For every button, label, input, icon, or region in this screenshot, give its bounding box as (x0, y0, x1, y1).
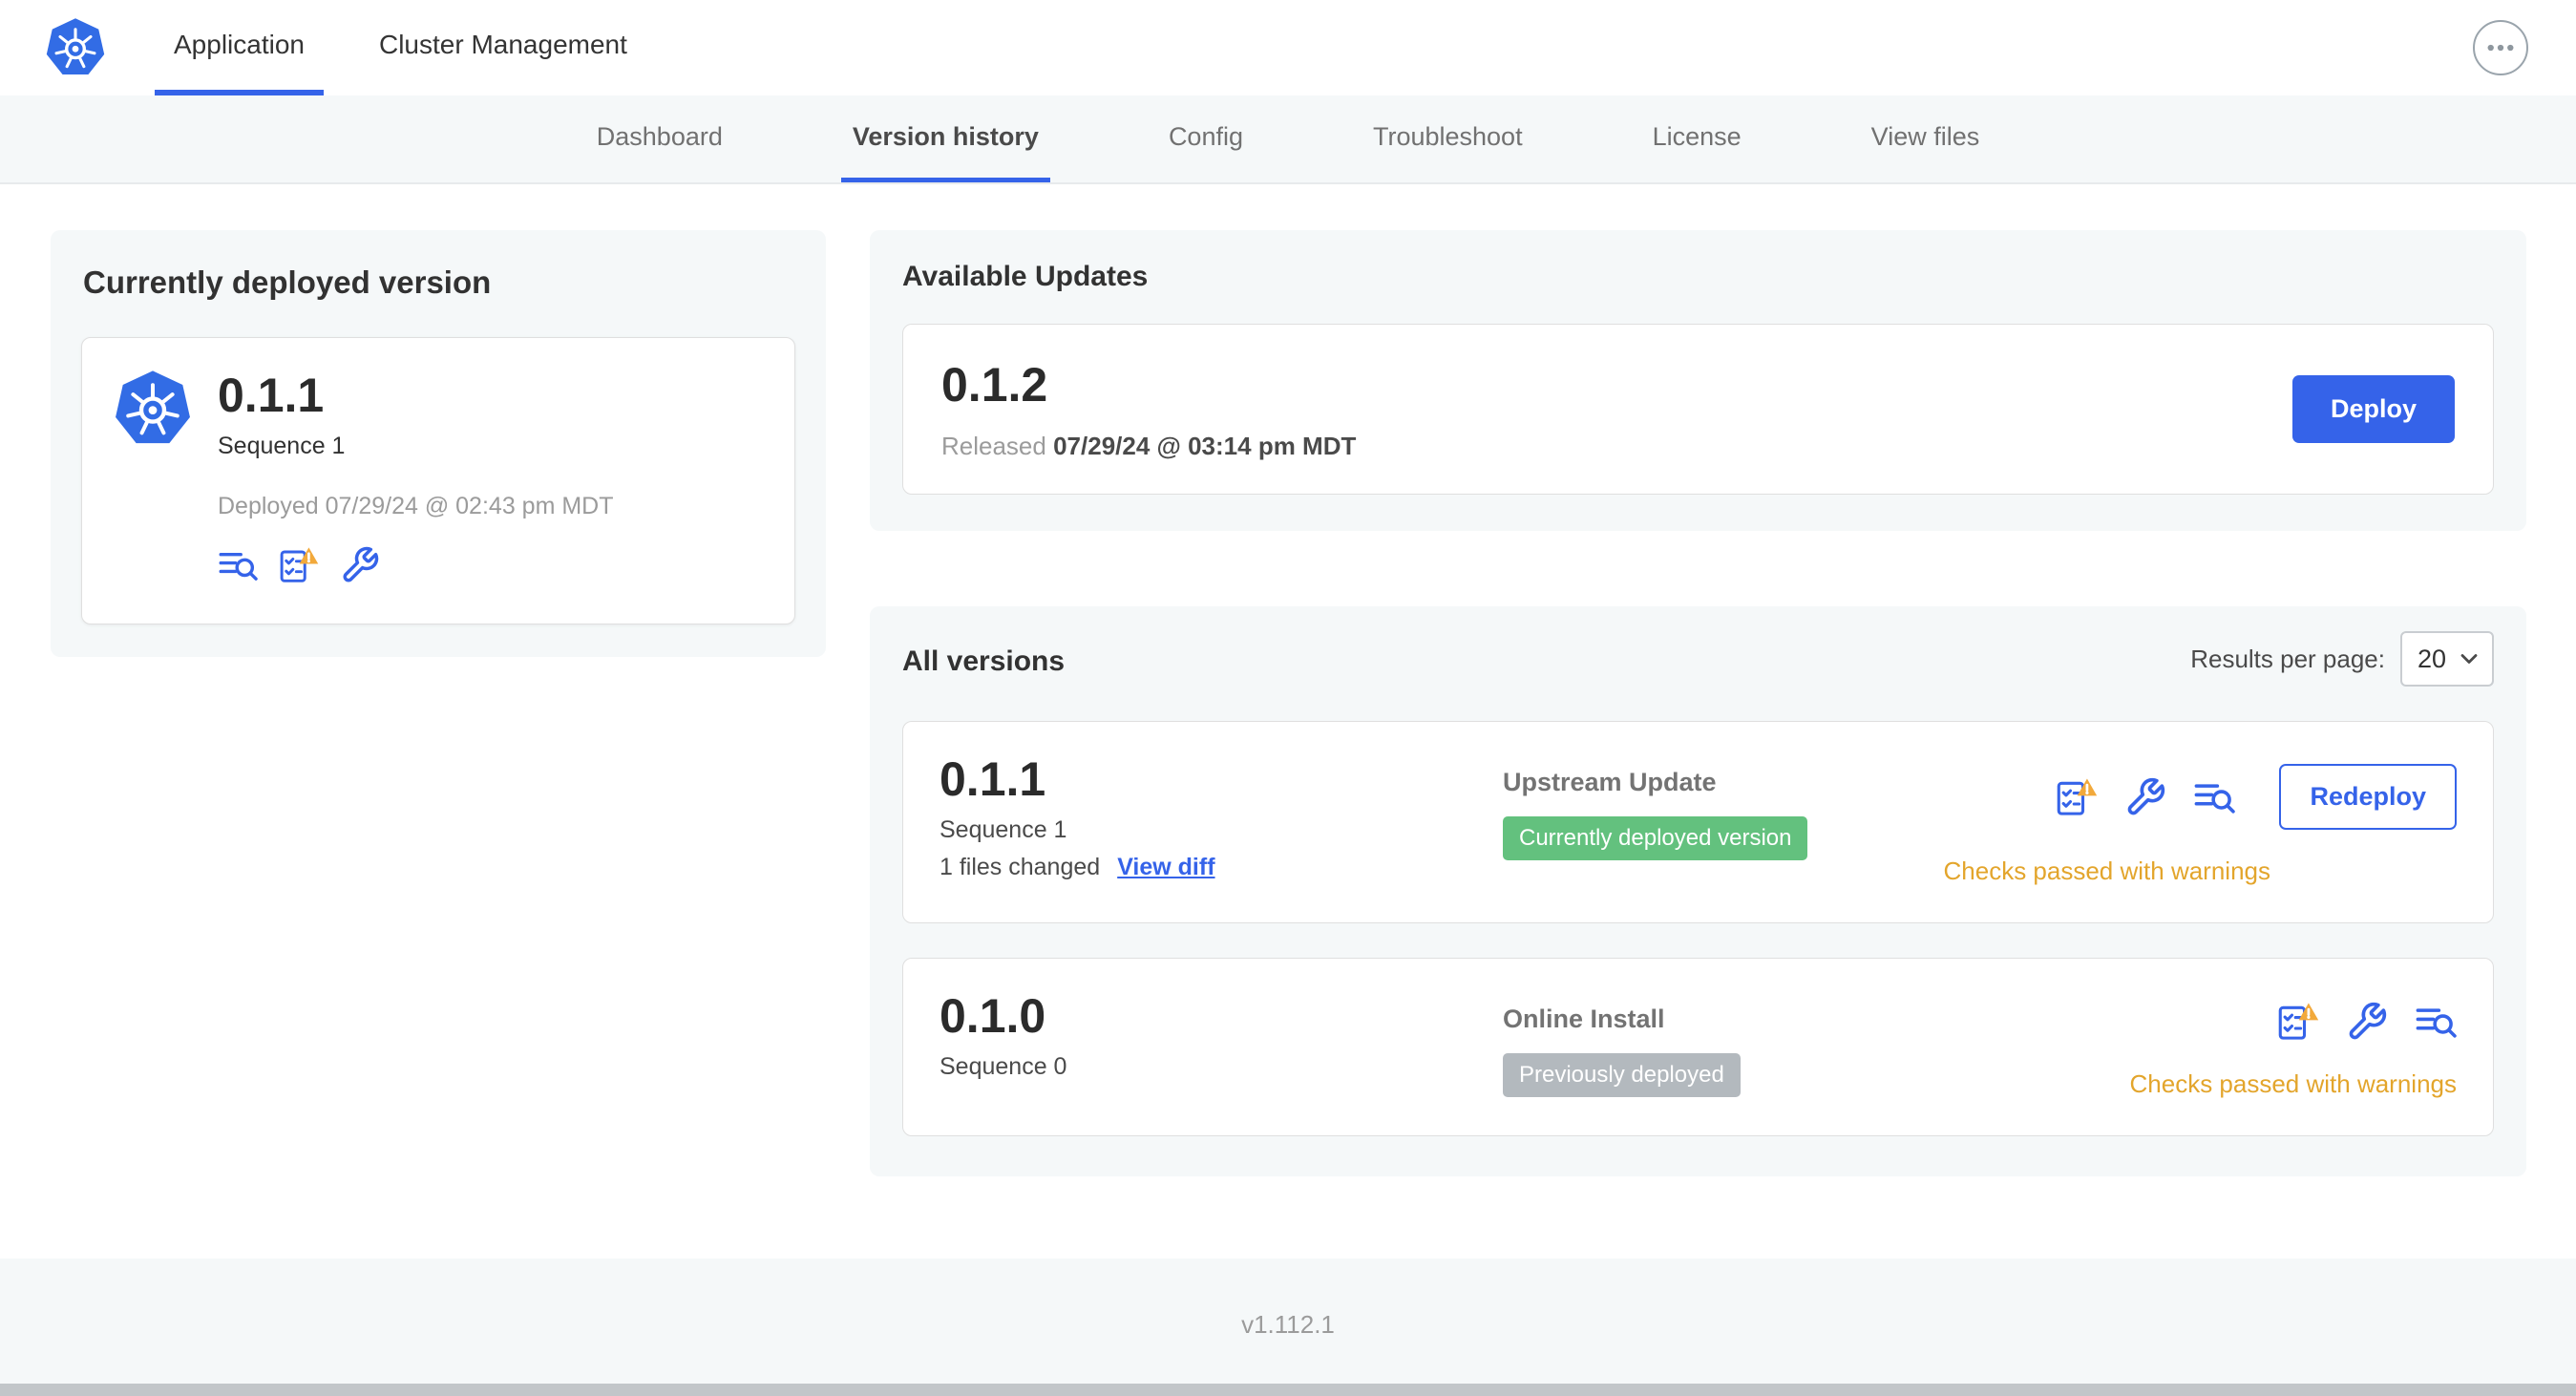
subnav-tab-dashboard-label: Dashboard (596, 121, 723, 151)
subnav-tab-version-history-label: Version history (852, 121, 1039, 151)
logs-icon[interactable] (218, 545, 258, 585)
deployed-version-details: 0.1.1 Sequence 1 Deployed 07/29/24 @ 02:… (218, 370, 614, 585)
preflight-checks-warning-icon[interactable] (2277, 1001, 2319, 1043)
version-row-actions: Checks passed with warnings (2129, 991, 2458, 1099)
app-sub-nav: Dashboard Version history Config Trouble… (0, 95, 2576, 184)
tab-cluster-management[interactable]: Cluster Management (360, 0, 646, 95)
tab-application[interactable]: Application (155, 0, 324, 95)
deploy-button[interactable]: Deploy (2291, 375, 2455, 443)
version-sequence: Sequence 0 (940, 1052, 1067, 1080)
subnav-tab-license[interactable]: License (1641, 95, 1753, 182)
deployed-version-date: Deployed 07/29/24 @ 02:43 pm MDT (218, 492, 614, 519)
currently-deployed-title: Currently deployed version (83, 264, 492, 300)
chevron-down-icon (2456, 645, 2482, 672)
subnav-tab-troubleshoot-label: Troubleshoot (1372, 121, 1523, 151)
subnav-tab-config-label: Config (1168, 121, 1243, 151)
preflight-checks-warning-icon[interactable] (2056, 776, 2098, 818)
subnav-tab-view-files[interactable]: View files (1860, 95, 1992, 182)
deployed-version-card: 0.1.1 Sequence 1 Deployed 07/29/24 @ 02:… (81, 337, 795, 624)
subnav-tab-license-label: License (1652, 121, 1742, 151)
update-released-line: Released 07/29/24 @ 03:14 pm MDT (941, 432, 1356, 461)
version-action-icons: Redeploy (2056, 764, 2457, 830)
deployment-status-badge: Previously deployed (1503, 1053, 1741, 1097)
version-source: Upstream Update Currently deployed versi… (1503, 754, 1944, 886)
tab-application-label: Application (174, 30, 305, 59)
subnav-tab-view-files-label: View files (1870, 121, 1980, 151)
version-row-actions: Redeploy Checks passed with warnings (1943, 754, 2457, 886)
results-per-page: Results per page: 20 (2190, 631, 2494, 687)
top-nav-bar: Application Cluster Management (0, 0, 2576, 95)
all-versions-card: All versions Results per page: 20 0.1.1 … (870, 606, 2526, 1176)
update-item: 0.1.2 Released 07/29/24 @ 03:14 pm MDT D… (902, 324, 2494, 495)
version-number: 0.1.0 (940, 989, 1046, 1043)
version-sequence: Sequence 1 (940, 815, 1067, 843)
deployed-version-actions (218, 545, 614, 585)
kubernetes-app-icon (115, 370, 191, 447)
logs-icon[interactable] (2415, 1001, 2457, 1043)
released-label: Released (941, 432, 1046, 460)
deployment-status-badge: Currently deployed version (1503, 816, 1808, 860)
subnav-tab-config[interactable]: Config (1157, 95, 1255, 182)
config-tools-icon[interactable] (340, 545, 380, 585)
version-files-changed: 1 files changed View diff (940, 854, 1503, 881)
all-versions-title: All versions (902, 645, 1066, 677)
footer: v1.112.1 (0, 1259, 2576, 1384)
results-per-page-label: Results per page: (2190, 644, 2385, 673)
available-updates-title: Available Updates (902, 261, 1149, 292)
version-source-label: Online Install (1503, 1005, 1665, 1033)
logs-icon[interactable] (2193, 776, 2235, 818)
redeploy-button[interactable]: Redeploy (2279, 764, 2457, 830)
config-tools-icon[interactable] (2346, 1001, 2388, 1043)
results-per-page-value: 20 (2418, 644, 2447, 673)
update-details: 0.1.2 Released 07/29/24 @ 03:14 pm MDT (941, 357, 1356, 461)
results-per-page-select[interactable]: 20 (2400, 631, 2494, 687)
app-manager-version: v1.112.1 (1241, 1310, 1335, 1339)
preflight-checks-warning-icon[interactable] (279, 545, 319, 585)
version-action-icons (2277, 1001, 2457, 1043)
version-row: 0.1.1 Sequence 1 1 files changed View di… (902, 721, 2494, 923)
currently-deployed-card: Currently deployed version 0.1.1 Sequenc… (51, 230, 826, 657)
page: Application Cluster Management Dashboard… (0, 0, 2576, 1396)
view-diff-link[interactable]: View diff (1117, 854, 1214, 881)
horizontal-scrollbar[interactable] (0, 1384, 2576, 1396)
tab-cluster-management-label: Cluster Management (378, 30, 627, 59)
ellipsis-icon (2482, 30, 2519, 66)
subnav-tab-version-history[interactable]: Version history (840, 95, 1050, 182)
released-date: 07/29/24 @ 03:14 pm MDT (1053, 432, 1357, 460)
checks-status: Checks passed with warnings (2129, 1069, 2458, 1098)
subnav-tab-troubleshoot[interactable]: Troubleshoot (1362, 95, 1534, 182)
config-tools-icon[interactable] (2124, 776, 2166, 818)
subnav-tab-dashboard[interactable]: Dashboard (585, 95, 734, 182)
main-content: Currently deployed version 0.1.1 Sequenc… (0, 184, 2576, 1259)
kubernetes-logo (46, 0, 105, 95)
deployed-version-sequence: Sequence 1 (218, 432, 346, 459)
update-version-number: 0.1.2 (941, 358, 1048, 412)
files-changed-label: 1 files changed (940, 853, 1101, 880)
version-row-info: 0.1.1 Sequence 1 1 files changed View di… (940, 754, 1503, 886)
checks-status: Checks passed with warnings (1943, 857, 2271, 885)
available-updates-card: Available Updates 0.1.2 Released 07/29/2… (870, 230, 2526, 531)
more-options-button[interactable] (2473, 20, 2528, 75)
deployed-version-number: 0.1.1 (218, 369, 325, 422)
version-row-info: 0.1.0 Sequence 0 (940, 991, 1503, 1099)
right-column: Available Updates 0.1.2 Released 07/29/2… (870, 230, 2526, 1176)
version-source: Online Install Previously deployed (1503, 991, 2130, 1099)
all-versions-header: All versions Results per page: 20 (902, 631, 2494, 687)
version-number: 0.1.1 (940, 752, 1046, 806)
version-row: 0.1.0 Sequence 0 Online Install Previous… (902, 958, 2494, 1136)
version-source-label: Upstream Update (1503, 768, 1717, 796)
